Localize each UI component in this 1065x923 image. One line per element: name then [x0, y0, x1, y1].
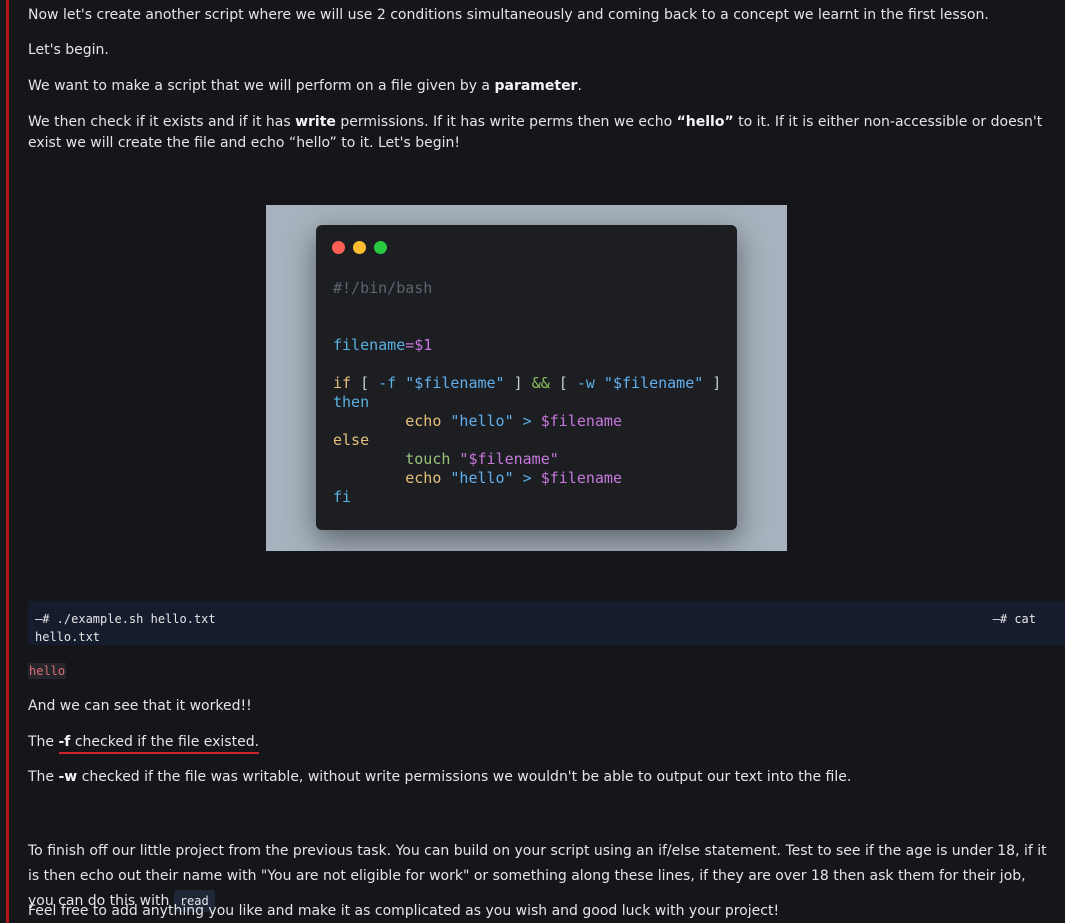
code-shebang: #!/bin/bash [333, 279, 433, 297]
f-post: checked if the file existed. [70, 734, 260, 750]
f-pre: The [28, 734, 59, 750]
worked-paragraph: And we can see that it worked!! [28, 698, 252, 714]
code-touch: touch [405, 450, 451, 468]
want-end: . [577, 78, 582, 94]
code-then-kw: then [333, 393, 370, 411]
write-bold: write [295, 114, 336, 130]
want-paragraph: We want to make a script that we will pe… [28, 76, 582, 97]
check-text-1: We then check if it exists and if it has [28, 114, 296, 130]
hello-bold: “hello” [676, 114, 734, 130]
code-close1: ] [504, 374, 532, 392]
code-open1: [ [351, 374, 379, 392]
window-close-dot [332, 241, 345, 254]
code-assign-eq: = [405, 336, 415, 354]
f-flag-bold: -f [58, 734, 71, 750]
f-flag-paragraph: The -f checked if the file existed. [28, 732, 260, 754]
code-else-kw: else [333, 431, 370, 449]
code-close2: ] [703, 374, 722, 392]
f-underlined: -f checked if the file existed. [58, 734, 260, 754]
code-var-1: $filename [540, 412, 622, 430]
want-text: We want to make a script that we will pe… [28, 78, 495, 94]
code-touch-arg: "$filename" [450, 450, 559, 468]
code-hello-1: "hello" [441, 412, 514, 430]
code-open2: [ [549, 374, 577, 392]
code-screenshot-image: #!/bin/bash filename=$1 if [ -f "$filena… [266, 205, 787, 551]
code-fi-kw: fi [333, 488, 352, 506]
terminal-line-2: hello.txt [35, 630, 101, 644]
code-redir-2: > [513, 469, 541, 487]
code-window: #!/bin/bash filename=$1 if [ -f "$filena… [316, 225, 737, 530]
code-assign-val: $1 [414, 336, 433, 354]
code-str-f: "$filename" [396, 374, 505, 392]
left-accent-rule [6, 0, 9, 923]
code-flag-f: -f [378, 374, 397, 392]
w-post: checked if the file was writable, withou… [77, 769, 852, 785]
code-flag-w: -w [576, 374, 595, 392]
check-paragraph: We then check if it exists and if it has… [28, 112, 1053, 154]
bash-script-code: #!/bin/bash filename=$1 if [ -f "$filena… [333, 279, 721, 507]
begin-paragraph: Let's begin. [28, 42, 109, 58]
code-str-w: "$filename" [594, 374, 704, 392]
code-redir-1: > [513, 412, 541, 430]
terminal-block: —# ./example.sh hello.txt —# cat hello.t… [28, 601, 1065, 645]
code-if-kw: if [333, 374, 352, 392]
intro-paragraph: Now let's create another script where we… [28, 7, 989, 23]
code-assign-var: filename [333, 336, 406, 354]
w-pre: The [28, 769, 59, 785]
code-echo-2: echo [405, 469, 442, 487]
window-minimize-dot [353, 241, 366, 254]
code-hello-2: "hello" [441, 469, 514, 487]
parameter-bold: parameter [494, 78, 578, 94]
feel-free-paragraph: Feel free to add anything you like and m… [28, 903, 780, 919]
w-flag-bold: -w [58, 769, 78, 785]
code-and-op: && [531, 374, 550, 392]
code-var-2: $filename [540, 469, 622, 487]
w-flag-paragraph: The -w checked if the file was writable,… [28, 767, 851, 788]
check-text-2: permissions. If it has write perms then … [335, 114, 677, 130]
terminal-line-1-right: —# cat [992, 612, 1036, 626]
hello-output-code: hello [28, 663, 67, 679]
output-line: hello [28, 661, 67, 682]
code-echo-1: echo [405, 412, 442, 430]
window-maximize-dot [374, 241, 387, 254]
